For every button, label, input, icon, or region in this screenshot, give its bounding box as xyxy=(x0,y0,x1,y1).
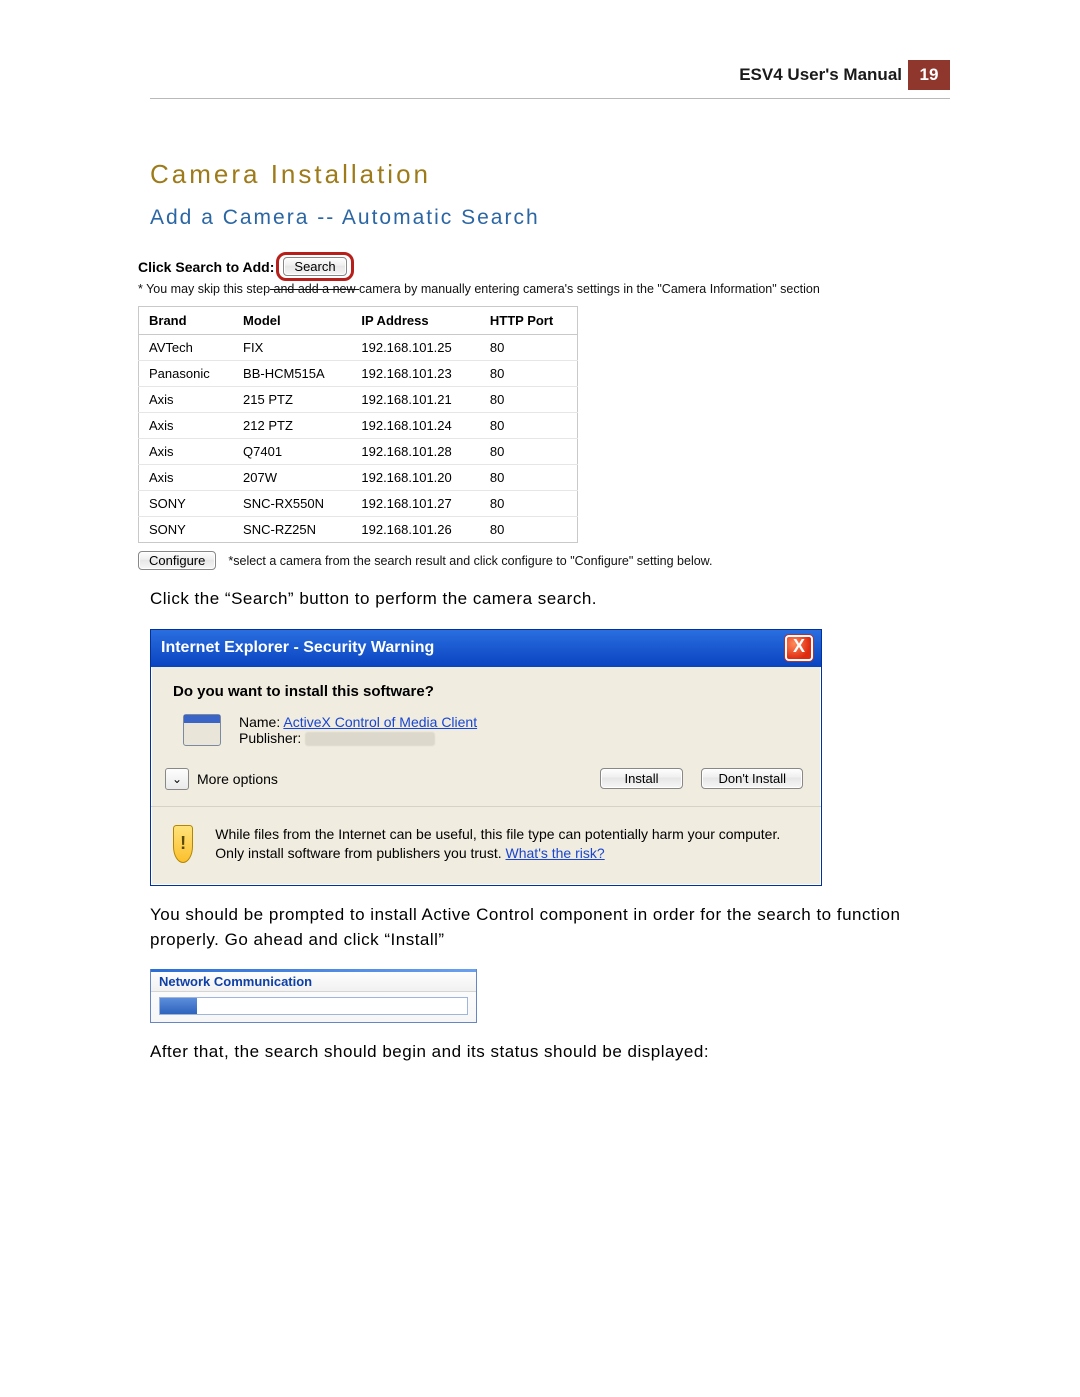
cell-model: FIX xyxy=(233,335,351,361)
close-icon[interactable]: X xyxy=(785,635,813,661)
cell-brand: Axis xyxy=(139,387,234,413)
dialog-title: Internet Explorer - Security Warning xyxy=(161,639,434,657)
paragraph-3: After that, the search should begin and … xyxy=(150,1040,950,1065)
cell-ip: 192.168.101.24 xyxy=(351,413,480,439)
cell-brand: Panasonic xyxy=(139,361,234,387)
table-row[interactable]: AxisQ7401192.168.101.2880 xyxy=(139,439,578,465)
search-button[interactable]: Search xyxy=(283,257,346,276)
cell-port: 80 xyxy=(480,413,578,439)
warning-text: While files from the Internet can be use… xyxy=(215,825,799,863)
dont-install-button[interactable]: Don't Install xyxy=(701,768,803,789)
search-highlight: Search xyxy=(276,252,353,281)
cell-brand: SONY xyxy=(139,517,234,543)
whats-the-risk-link[interactable]: What's the risk? xyxy=(506,845,605,861)
cell-port: 80 xyxy=(480,387,578,413)
software-name-link[interactable]: ActiveX Control of Media Client xyxy=(283,714,477,730)
progress-window: Network Communication xyxy=(150,969,477,1023)
page-header: ESV4 User's Manual 19 xyxy=(150,60,950,99)
cell-brand: Axis xyxy=(139,413,234,439)
cell-brand: Axis xyxy=(139,465,234,491)
configure-button[interactable]: Configure xyxy=(138,551,216,570)
progress-bar xyxy=(159,997,468,1015)
paragraph-2: You should be prompted to install Active… xyxy=(150,903,950,952)
search-label: Click Search to Add: xyxy=(138,259,274,275)
cell-model: BB-HCM515A xyxy=(233,361,351,387)
cell-model: 207W xyxy=(233,465,351,491)
ie-security-dialog: Internet Explorer - Security Warning X D… xyxy=(150,629,822,886)
install-button[interactable]: Install xyxy=(600,768,684,789)
app-icon xyxy=(183,714,221,746)
col-ip: IP Address xyxy=(351,307,480,335)
cell-model: SNC-RX550N xyxy=(233,491,351,517)
document-page: ESV4 User's Manual 19 Camera Installatio… xyxy=(0,0,1080,1397)
table-row[interactable]: Axis207W192.168.101.2080 xyxy=(139,465,578,491)
cell-ip: 192.168.101.28 xyxy=(351,439,480,465)
dialog-titlebar: Internet Explorer - Security Warning X xyxy=(151,630,821,667)
table-row[interactable]: PanasonicBB-HCM515A192.168.101.2380 xyxy=(139,361,578,387)
table-row[interactable]: AVTechFIX192.168.101.2580 xyxy=(139,335,578,361)
cell-port: 80 xyxy=(480,491,578,517)
page-number: 19 xyxy=(908,60,950,90)
cell-ip: 192.168.101.26 xyxy=(351,517,480,543)
publisher-value-redacted xyxy=(305,732,435,746)
cell-model: 215 PTZ xyxy=(233,387,351,413)
table-row[interactable]: Axis215 PTZ192.168.101.2180 xyxy=(139,387,578,413)
cell-port: 80 xyxy=(480,517,578,543)
name-label: Name: xyxy=(239,714,280,730)
table-row[interactable]: SONYSNC-RX550N192.168.101.2780 xyxy=(139,491,578,517)
table-row[interactable]: Axis212 PTZ192.168.101.2480 xyxy=(139,413,578,439)
cell-port: 80 xyxy=(480,439,578,465)
camera-results-table: Brand Model IP Address HTTP Port AVTechF… xyxy=(138,306,578,543)
dialog-question: Do you want to install this software? xyxy=(173,683,803,700)
cell-ip: 192.168.101.27 xyxy=(351,491,480,517)
cell-ip: 192.168.101.21 xyxy=(351,387,480,413)
cell-ip: 192.168.101.20 xyxy=(351,465,480,491)
cell-port: 80 xyxy=(480,335,578,361)
skip-note: * You may skip this step and add a new c… xyxy=(138,282,948,296)
paragraph-1: Click the “Search” button to perform the… xyxy=(150,587,950,612)
cell-port: 80 xyxy=(480,465,578,491)
cell-port: 80 xyxy=(480,361,578,387)
cell-model: SNC-RZ25N xyxy=(233,517,351,543)
header-title: ESV4 User's Manual xyxy=(739,65,902,85)
configure-note: *select a camera from the search result … xyxy=(228,554,712,568)
cell-brand: Axis xyxy=(139,439,234,465)
cell-ip: 192.168.101.25 xyxy=(351,335,480,361)
section-heading: Camera Installation xyxy=(150,159,950,190)
cell-ip: 192.168.101.23 xyxy=(351,361,480,387)
col-model: Model xyxy=(233,307,351,335)
subsection-heading: Add a Camera -- Automatic Search xyxy=(150,206,950,230)
more-options-link[interactable]: More options xyxy=(197,771,278,787)
cell-model: Q7401 xyxy=(233,439,351,465)
cell-brand: SONY xyxy=(139,491,234,517)
col-brand: Brand xyxy=(139,307,234,335)
col-port: HTTP Port xyxy=(480,307,578,335)
warning-shield-icon: ! xyxy=(173,825,193,863)
cell-brand: AVTech xyxy=(139,335,234,361)
progress-title: Network Communication xyxy=(151,970,476,992)
table-row[interactable]: SONYSNC-RZ25N192.168.101.2680 xyxy=(139,517,578,543)
publisher-label: Publisher: xyxy=(239,730,301,746)
progress-fill xyxy=(160,998,197,1014)
cell-model: 212 PTZ xyxy=(233,413,351,439)
camera-search-panel: Click Search to Add: Search * You may sk… xyxy=(138,252,948,570)
chevron-down-icon[interactable]: ⌄ xyxy=(165,768,189,790)
